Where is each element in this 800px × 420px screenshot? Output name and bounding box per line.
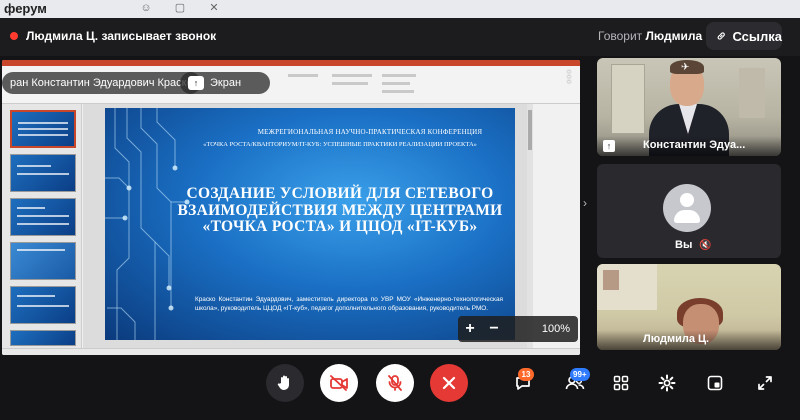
slide-editor-area: МЕЖРЕГИОНАЛЬНАЯ НАУЧНО-ПРАКТИЧЕСКАЯ КОНФ… bbox=[83, 104, 533, 348]
picture-in-picture-button[interactable] bbox=[702, 370, 728, 396]
more-options-icon[interactable]: ⋮ bbox=[562, 68, 576, 84]
call-header: Людмила Ц. записывает звонок Говорит Люд… bbox=[0, 18, 800, 56]
slide-thumbnails-panel bbox=[2, 104, 82, 348]
participant-name: Константин Эдуа... bbox=[597, 136, 781, 156]
pin-icon[interactable]: ✈ bbox=[681, 62, 689, 73]
slide-thumbnail[interactable] bbox=[10, 110, 76, 148]
slide-title: СОЗДАНИЕ УСЛОВИЙ ДЛЯ СЕТЕВОГО ВЗАИМОДЕЙС… bbox=[177, 185, 503, 235]
screen-share-badge-icon: ↑ bbox=[603, 140, 615, 152]
settings-button[interactable] bbox=[654, 370, 680, 396]
participant-name-text: Людмила Ц. bbox=[643, 333, 710, 345]
slide-thumbnail[interactable] bbox=[10, 286, 76, 324]
recording-status: Людмила Ц. записывает звонок bbox=[26, 29, 217, 43]
copy-link-label: Ссылка bbox=[732, 28, 782, 44]
current-slide: МЕЖРЕГИОНАЛЬНАЯ НАУЧНО-ПРАКТИЧЕСКАЯ КОНФ… bbox=[105, 108, 515, 340]
screen-icon: ↑ bbox=[188, 76, 204, 90]
participants-button[interactable]: 99+ bbox=[562, 368, 590, 396]
chevron-right-icon[interactable]: › bbox=[583, 196, 587, 210]
zoom-in-button[interactable]: + bbox=[458, 320, 482, 338]
screen-share-pill[interactable]: ↑ Экран bbox=[180, 72, 270, 94]
active-speaker: Говорит Людмила Ц. bbox=[598, 29, 718, 43]
avatar bbox=[663, 184, 711, 232]
window-icon: ▢ bbox=[174, 2, 186, 14]
leave-call-button[interactable] bbox=[430, 364, 468, 402]
mic-off-icon: 🔇 bbox=[699, 240, 712, 251]
link-icon bbox=[717, 32, 725, 40]
background-app-title: ферум bbox=[4, 1, 47, 16]
call-controls-bar: 13 99+ bbox=[0, 362, 800, 408]
participant-tile[interactable]: Людмила Ц. bbox=[597, 264, 781, 350]
mic-off-icon bbox=[388, 375, 402, 391]
close-icon bbox=[442, 376, 456, 390]
slide-thumbnail[interactable] bbox=[10, 330, 76, 346]
slide-thumbnail[interactable] bbox=[10, 242, 76, 280]
presenter-name-pill: ран Константин Эдуардович Краско bbox=[2, 72, 201, 94]
close-icon: ✕ bbox=[209, 2, 219, 14]
screen-share-view[interactable]: ран Константин Эдуардович Краско ↑ Экран… bbox=[2, 60, 580, 355]
zoom-level: 100% bbox=[541, 323, 570, 335]
expand-icon bbox=[758, 376, 772, 390]
pip-icon bbox=[707, 375, 723, 391]
grid-icon bbox=[613, 375, 629, 391]
layout-grid-button[interactable] bbox=[608, 370, 634, 396]
participant-name-text: Константин Эдуа... bbox=[643, 139, 746, 151]
hand-icon bbox=[277, 375, 289, 390]
fullscreen-button[interactable] bbox=[752, 370, 778, 396]
user-icon: ☺ bbox=[140, 2, 152, 14]
slide-thumbnail[interactable] bbox=[10, 154, 76, 192]
speaking-label: Говорит bbox=[598, 29, 643, 43]
copy-link-button[interactable]: Ссылка bbox=[706, 22, 782, 50]
zoom-controls: + − 100% bbox=[458, 316, 578, 342]
slide-scrollbar[interactable] bbox=[527, 104, 533, 348]
slide-description: Краско Константин Эдуардович, заместител… bbox=[195, 296, 503, 312]
participant-name-text: Вы bbox=[675, 239, 693, 251]
screen-label: Экран bbox=[210, 77, 242, 89]
gear-icon bbox=[658, 374, 676, 392]
conference-title-line1: МЕЖРЕГИОНАЛЬНАЯ НАУЧНО-ПРАКТИЧЕСКАЯ КОНФ… bbox=[257, 128, 483, 136]
conference-title-line2: «ТОЧКА РОСТА/КВАНТОРИУМ/IT-КУБ: УСПЕШНЫЕ… bbox=[203, 141, 477, 148]
slide-thumbnail[interactable] bbox=[10, 198, 76, 236]
chat-button[interactable]: 13 bbox=[510, 368, 536, 396]
participant-name: Людмила Ц. bbox=[597, 330, 781, 350]
powerpoint-statusbar bbox=[2, 348, 580, 355]
participant-tile-self[interactable]: Вы 🔇 bbox=[597, 164, 781, 258]
zoom-out-button[interactable]: − bbox=[482, 320, 506, 338]
recording-indicator-icon bbox=[10, 32, 18, 40]
background-page-strip: ферум ☺ ▢ ✕ bbox=[0, 0, 800, 18]
raise-hand-button[interactable] bbox=[266, 364, 304, 402]
participant-name: Вы 🔇 bbox=[597, 236, 781, 256]
camera-off-icon bbox=[330, 375, 348, 391]
conference-window: ферум ☺ ▢ ✕ Людмила Ц. записывает звонок… bbox=[0, 0, 800, 420]
microphone-toggle-button[interactable] bbox=[376, 364, 414, 402]
camera-toggle-button[interactable] bbox=[320, 364, 358, 402]
participant-tile[interactable]: ✈ Константин Эдуа... ↑ bbox=[597, 58, 781, 156]
chat-counter: 13 bbox=[518, 368, 534, 381]
participants-counter: 99+ bbox=[570, 368, 590, 381]
